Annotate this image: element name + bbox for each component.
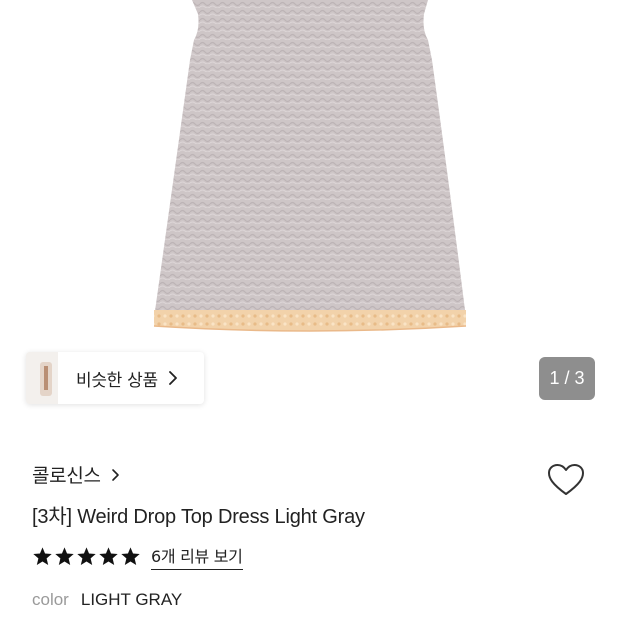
option-value: LIGHT GRAY xyxy=(80,590,183,609)
star-filled-icon xyxy=(33,547,52,565)
similar-products-button[interactable]: 비슷한 상품 xyxy=(26,352,204,404)
image-page-counter: 1 / 3 xyxy=(539,357,595,400)
product-title: [3차] Weird Drop Top Dress Light Gray xyxy=(32,506,365,528)
star-rating xyxy=(32,546,141,567)
star-filled-icon xyxy=(99,547,118,565)
color-option: color LIGHT GRAY xyxy=(32,590,182,610)
similar-product-thumbnail xyxy=(26,352,58,404)
brand-link[interactable]: 콜로신스 xyxy=(32,461,120,488)
product-image-gallery[interactable]: 비슷한 상품 1 / 3 xyxy=(0,0,620,420)
rating-row: 6개 리뷰 보기 xyxy=(32,543,243,570)
similar-products-label: 비슷한 상품 xyxy=(76,370,158,391)
heart-outline-icon xyxy=(548,464,584,495)
brand-name: 콜로신스 xyxy=(32,465,101,487)
option-label: color xyxy=(32,590,69,609)
star-filled-icon xyxy=(121,547,140,565)
wishlist-button[interactable] xyxy=(545,460,587,500)
chevron-right-icon xyxy=(168,370,178,386)
review-link[interactable]: 6개 리뷰 보기 xyxy=(151,543,243,570)
star-filled-icon xyxy=(77,547,96,565)
chevron-right-icon xyxy=(111,468,120,482)
star-filled-icon xyxy=(55,547,74,565)
